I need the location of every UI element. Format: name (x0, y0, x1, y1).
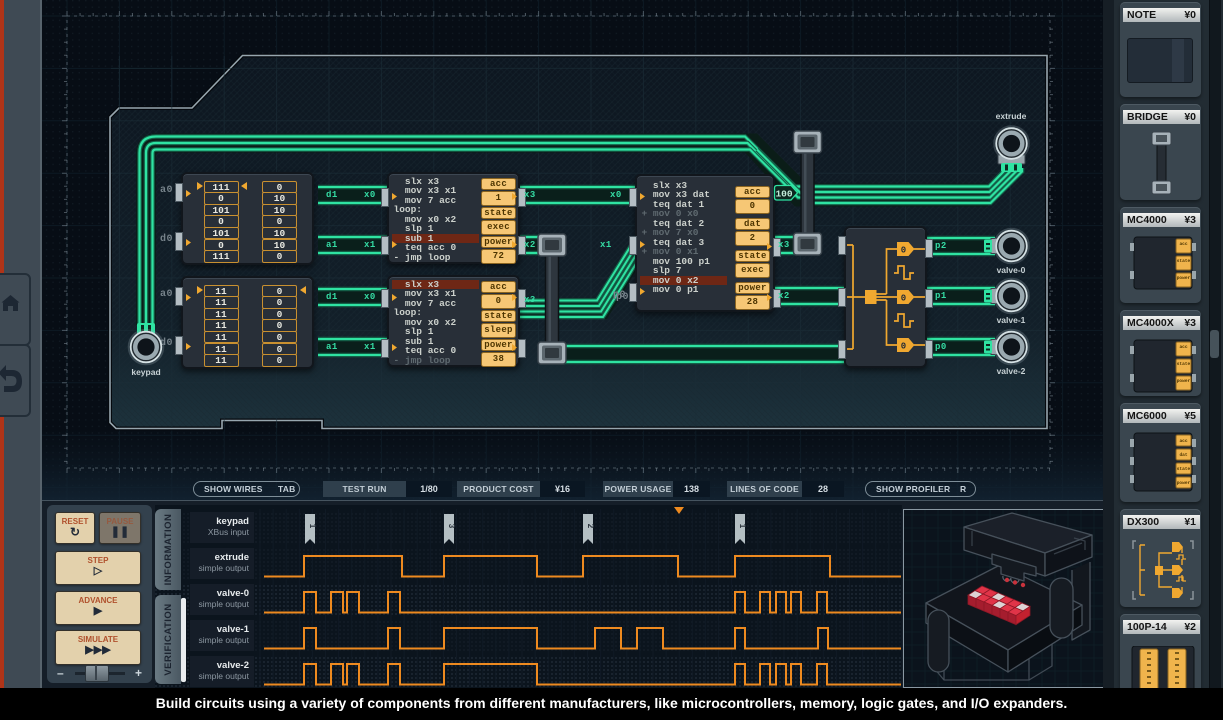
svg-text:power: power (1177, 480, 1191, 486)
svg-text:power: power (1177, 378, 1191, 384)
svg-text:dat: dat (1179, 452, 1187, 458)
svg-text:VERIFICATION: VERIFICATION (163, 603, 174, 675)
svg-text:acc: acc (1179, 439, 1187, 444)
svg-text:state: state (1177, 466, 1191, 472)
svg-text:3: 3 (447, 524, 456, 529)
svg-text:state: state (1177, 258, 1191, 264)
svg-text:acc: acc (1179, 345, 1187, 350)
svg-text:1: 1 (308, 524, 317, 529)
svg-text:2: 2 (586, 524, 595, 529)
svg-text:INFORMATION: INFORMATION (163, 514, 174, 586)
svg-text:100: 100 (775, 189, 792, 200)
svg-text:1: 1 (738, 524, 747, 529)
svg-text:state: state (1177, 361, 1191, 367)
svg-text:power: power (1177, 275, 1191, 281)
svg-text:acc: acc (1179, 242, 1187, 247)
